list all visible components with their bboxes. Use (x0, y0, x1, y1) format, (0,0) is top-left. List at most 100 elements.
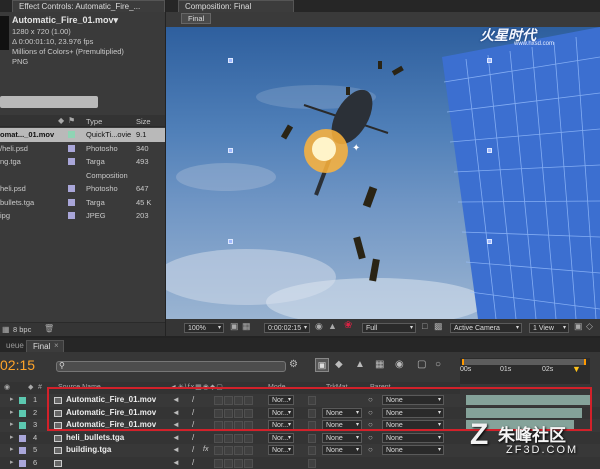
fx-icon[interactable]: fx (203, 444, 208, 457)
layer-switch-box[interactable] (214, 396, 223, 405)
label-swatch[interactable] (68, 199, 75, 206)
column-mode[interactable]: Mode (268, 382, 286, 394)
mode-dropdown[interactable]: Nor... (268, 420, 294, 430)
layer-switch-box[interactable] (214, 459, 223, 468)
layer-switch-box[interactable] (214, 434, 223, 443)
layer-switch-box[interactable] (234, 409, 243, 418)
camera-dropdown[interactable]: Active Camera (450, 323, 522, 333)
pickwhip-icon[interactable]: ○ (368, 419, 373, 432)
layer-duration-bar[interactable] (466, 395, 590, 405)
layer-switch-box[interactable] (224, 421, 233, 430)
frame-blending-icon[interactable]: ▦ (375, 359, 384, 370)
comp-flow-button[interactable]: Final (181, 13, 211, 24)
view-layout-dropdown[interactable]: 1 View (529, 323, 569, 333)
shy-switch-icon[interactable]: ◄ (172, 419, 180, 432)
project-item-row[interactable]: ipgJPEG203 (0, 209, 165, 223)
trkmat-checkbox[interactable] (308, 409, 316, 418)
layer-switch-box[interactable] (234, 396, 243, 405)
magnification-dropdown[interactable]: 100% (184, 323, 224, 333)
timeline-search-input[interactable]: ⚲ (56, 361, 286, 372)
layer-name[interactable]: heli_bullets.tga (66, 432, 124, 445)
layer-switch-box[interactable] (234, 446, 243, 455)
layer-switch-box[interactable] (244, 446, 253, 455)
layer-switch-box[interactable] (224, 446, 233, 455)
mode-dropdown[interactable]: Nor... (268, 445, 294, 455)
mode-dropdown[interactable]: Nor... (268, 395, 294, 405)
transform-handle[interactable] (228, 239, 233, 244)
time-ruler[interactable]: 00s 01s 02s ▼ (460, 358, 590, 384)
brainstorm-icon[interactable]: ○ (435, 359, 441, 370)
trkmat-checkbox[interactable] (308, 421, 316, 430)
trkmat-checkbox[interactable] (308, 396, 316, 405)
graph-editor-icon[interactable]: ▢ (417, 359, 426, 370)
transform-handle[interactable] (487, 239, 492, 244)
column-trkmat[interactable]: TrkMat (326, 382, 348, 394)
layer-switch-box[interactable] (234, 421, 243, 430)
pickwhip-icon[interactable]: ○ (368, 394, 373, 407)
tab-composition-final[interactable]: Composition: Final (178, 0, 294, 12)
project-item-row[interactable]: Composition (0, 169, 165, 183)
expand-arrow-icon[interactable]: ▸ (10, 419, 14, 432)
expand-arrow-icon[interactable]: ▸ (10, 457, 14, 469)
parent-dropdown[interactable]: None (382, 433, 444, 443)
expand-arrow-icon[interactable]: ▸ (10, 407, 14, 420)
close-tab-icon[interactable]: × (54, 341, 59, 350)
label-swatch[interactable] (68, 172, 75, 179)
parent-dropdown[interactable]: None (382, 395, 444, 405)
current-time-display[interactable]: 0:00:02:15 (264, 323, 310, 333)
layer-switch-box[interactable] (244, 459, 253, 468)
layer-label-swatch[interactable] (19, 447, 26, 454)
quality-switch-icon[interactable]: / (192, 457, 194, 469)
label-swatch[interactable] (68, 212, 75, 219)
layer-name[interactable]: Automatic_Fire_01.mov (66, 407, 156, 420)
shy-switch-icon[interactable]: ◄ (172, 394, 180, 407)
parent-dropdown[interactable]: None (382, 445, 444, 455)
bpc-button[interactable]: 8 bpc (13, 325, 31, 334)
quality-switch-icon[interactable]: / (192, 407, 194, 420)
expand-arrow-icon[interactable]: ▸ (10, 432, 14, 445)
trkmat-dropdown[interactable]: None (322, 445, 362, 455)
pickwhip-icon[interactable]: ○ (368, 444, 373, 457)
anchor-point-icon[interactable]: ✦ (352, 143, 360, 154)
trkmat-checkbox[interactable] (308, 459, 316, 468)
parent-dropdown[interactable]: None (382, 420, 444, 430)
trkmat-checkbox[interactable] (308, 434, 316, 443)
shy-layers-icon[interactable]: ▲ (355, 359, 365, 370)
transparency-grid-icon[interactable]: ▩ (434, 321, 443, 332)
grid-icon[interactable]: ▦ (242, 321, 251, 332)
mode-dropdown[interactable]: Nor... (268, 408, 294, 418)
pickwhip-icon[interactable]: ○ (368, 407, 373, 420)
trkmat-dropdown[interactable]: None (322, 420, 362, 430)
layer-switch-box[interactable] (234, 434, 243, 443)
label-swatch[interactable] (68, 158, 75, 165)
quality-switch-icon[interactable]: / (192, 432, 194, 445)
show-snapshot-icon[interactable]: ▲ (328, 321, 337, 331)
trash-icon[interactable]: 🗑 (44, 324, 54, 333)
layer-switch-box[interactable] (244, 409, 253, 418)
safe-zones-icon[interactable]: ▣ (230, 321, 239, 332)
region-of-interest-icon[interactable]: □ (422, 321, 427, 331)
project-item-row[interactable]: ng.tgaTarga493 (0, 155, 165, 169)
shy-switch-icon[interactable]: ◄ (172, 407, 180, 420)
layer-name[interactable]: Automatic_Fire_01.mov (66, 394, 156, 407)
flowchart-icon[interactable]: ▦ (2, 325, 10, 334)
layer-switch-box[interactable] (224, 459, 233, 468)
layer-switch-box[interactable] (214, 421, 223, 430)
expand-arrow-icon[interactable]: ▸ (10, 394, 14, 407)
parent-dropdown[interactable]: None (382, 408, 444, 418)
layer-switch-box[interactable] (224, 409, 233, 418)
label-swatch[interactable] (68, 131, 75, 138)
playhead-icon[interactable]: ▼ (572, 364, 581, 374)
layer-duration-bar[interactable] (466, 408, 582, 418)
project-item-row[interactable]: omat..._01.movQuickTi...ovie9.1 (0, 128, 165, 142)
layer-switch-box[interactable] (224, 396, 233, 405)
shy-switch-icon[interactable]: ◄ (172, 432, 180, 445)
project-item-row[interactable]: /heli.psdPhotosho340 (0, 142, 165, 156)
column-source-name[interactable]: Source Name (58, 382, 101, 394)
current-time[interactable]: 02:15 (0, 357, 35, 373)
layer-switch-box[interactable] (234, 459, 243, 468)
column-type[interactable]: Type (86, 117, 102, 126)
fast-previews-icon[interactable]: ◇ (586, 321, 593, 332)
resolution-dropdown[interactable]: Full (362, 323, 416, 333)
column-size[interactable]: Size (136, 117, 151, 126)
